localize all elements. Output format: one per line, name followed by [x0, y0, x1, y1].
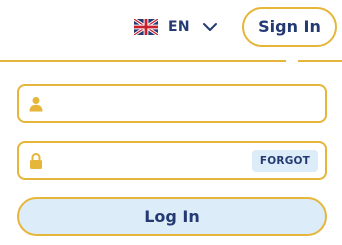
username-field[interactable] — [17, 84, 327, 123]
user-icon — [29, 97, 43, 112]
chevron-down-icon — [202, 23, 217, 31]
forgot-password-button[interactable]: FORGOT — [251, 150, 318, 172]
sign-in-pointer — [286, 55, 298, 63]
username-input[interactable] — [53, 92, 253, 116]
language-selector[interactable]: EN — [134, 16, 218, 38]
log-in-button[interactable]: Log In — [17, 197, 327, 236]
password-field[interactable]: FORGOT — [17, 141, 327, 180]
sign-in-area: Sign In — [242, 7, 339, 66]
login-page: EN Sign In FORGOT Log In — [0, 0, 342, 245]
sign-in-button[interactable]: Sign In — [242, 7, 337, 47]
uk-flag-icon — [134, 19, 158, 35]
password-input[interactable] — [53, 149, 253, 173]
language-code: EN — [168, 19, 190, 35]
lock-icon — [30, 153, 42, 169]
